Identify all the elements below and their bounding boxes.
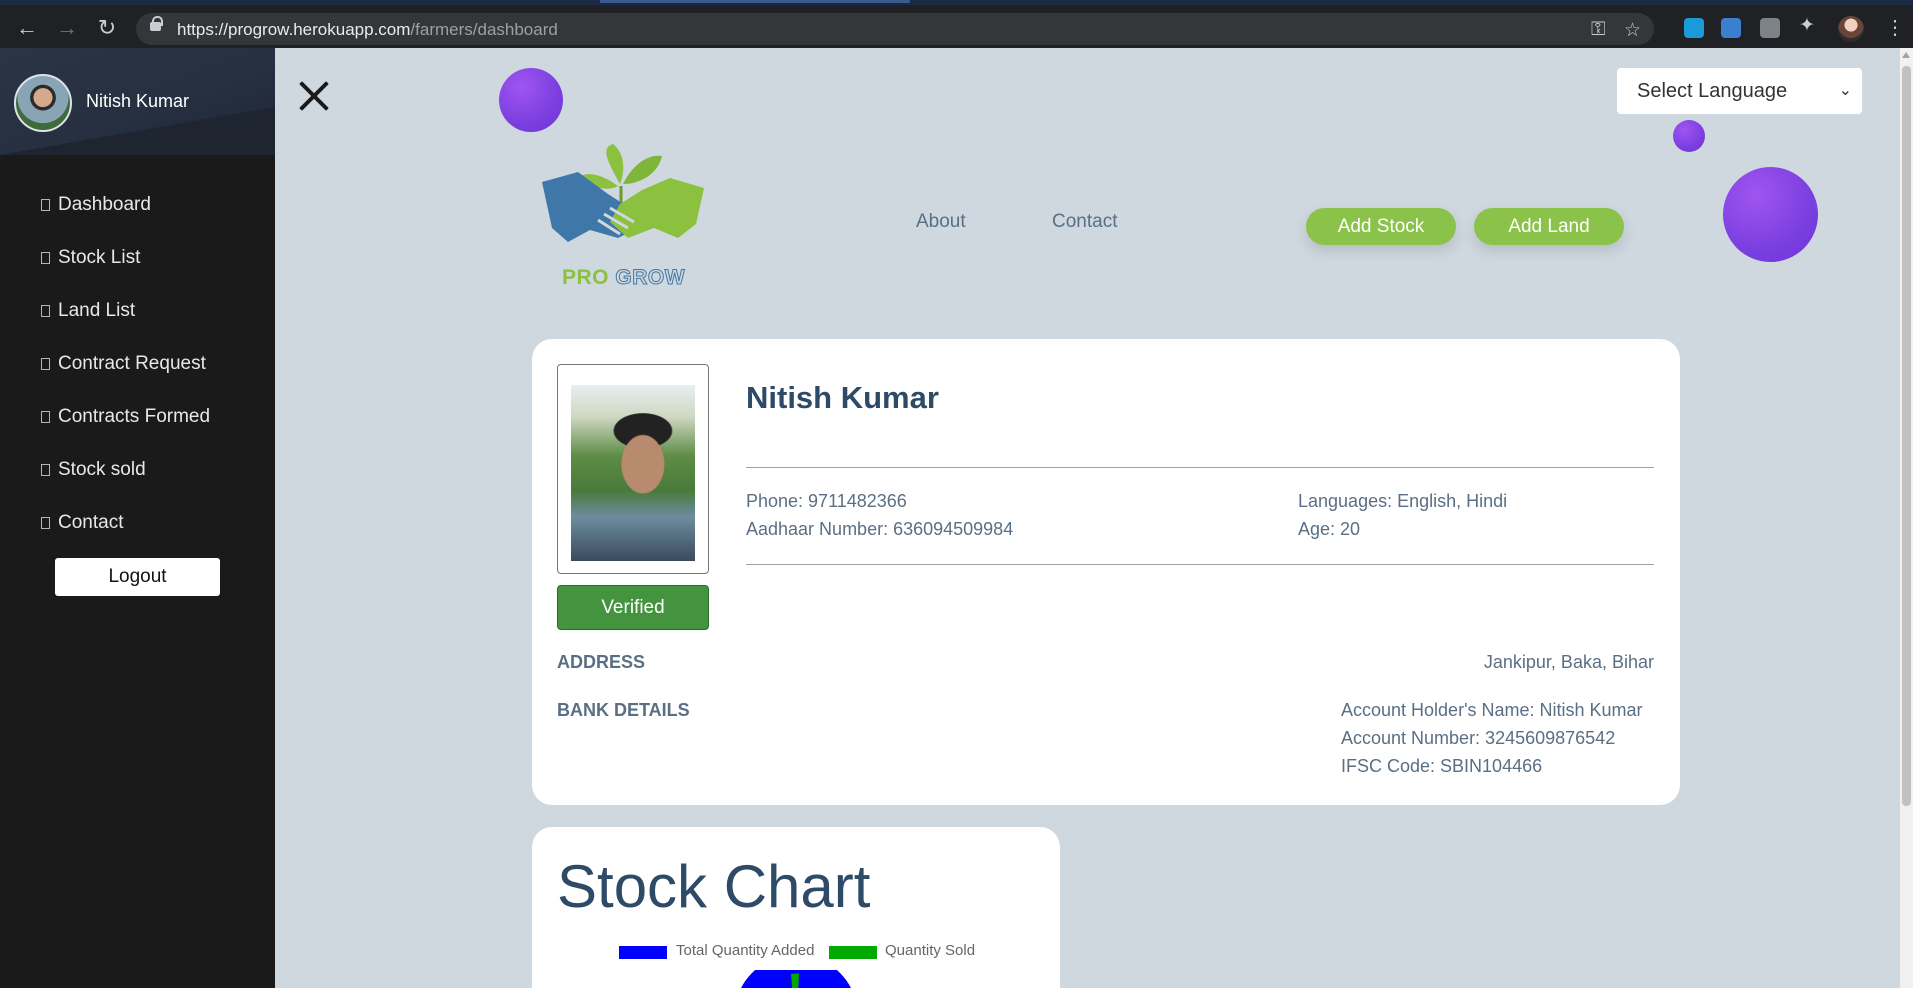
legend-swatch-total [619, 946, 667, 959]
divider [746, 564, 1654, 565]
account-holder-text: Account Holder's Name: Nitish Kumar [1341, 700, 1643, 720]
chevron-down-icon: ⌄ [1838, 82, 1852, 99]
address-bar[interactable]: https://progrow.herokuapp.com/farmers/da… [136, 13, 1654, 45]
sidebar-item-contract-request[interactable]: Contract Request [0, 337, 275, 390]
nav-link-about[interactable]: About [916, 211, 966, 233]
star-icon[interactable]: ☆ [1624, 19, 1641, 42]
menu-bullet-icon [41, 357, 50, 370]
verified-badge: Verified [557, 585, 709, 630]
url-text[interactable]: https://progrow.herokuapp.com/farmers/da… [177, 20, 558, 40]
menu-bullet-icon [41, 304, 50, 317]
back-icon[interactable]: ← [14, 15, 40, 41]
aadhaar-text: Aadhaar Number: 636094509984 [746, 519, 1014, 539]
browser-toolbar: ← → ↻ https://progrow.herokuapp.com/farm… [0, 0, 1913, 48]
add-stock-button[interactable]: Add Stock [1306, 208, 1456, 245]
sidebar: Nitish Kumar Dashboard Stock List Land L… [0, 48, 275, 988]
profile-name: Nitish Kumar [746, 380, 939, 415]
puzzle-icon[interactable]: ✦ [1799, 14, 1815, 37]
decorative-blob [1673, 120, 1705, 152]
avatar [14, 74, 72, 132]
scroll-thumb[interactable] [1902, 66, 1911, 806]
pie-chart [741, 970, 851, 988]
menu-kebab-icon[interactable]: ⋮ [1885, 15, 1905, 40]
legend-swatch-sold [829, 946, 877, 959]
language-select[interactable]: Select Language ⌄ [1617, 68, 1862, 114]
browser-profile-avatar[interactable] [1838, 16, 1864, 42]
active-tab-indicator [600, 0, 910, 3]
scroll-up-arrow-icon[interactable] [1902, 52, 1910, 58]
close-sidebar-icon[interactable] [294, 76, 334, 116]
nav-link-contact[interactable]: Contact [1052, 211, 1117, 233]
sidebar-item-label: Contact [58, 511, 124, 533]
key-icon[interactable]: ⚿ [1591, 19, 1605, 41]
sidebar-item-label: Contracts Formed [58, 405, 211, 427]
sidebar-item-label: Stock List [58, 246, 141, 268]
menu-bullet-icon [41, 463, 50, 476]
reload-icon[interactable]: ↻ [94, 15, 120, 41]
extension-icon-3[interactable] [1760, 18, 1780, 38]
extension-icon-2[interactable] [1721, 18, 1741, 38]
menu-bullet-icon [41, 516, 50, 529]
sidebar-item-label: Land List [58, 299, 136, 321]
pie-slice-sold [791, 973, 799, 988]
menu-bullet-icon [41, 251, 50, 264]
address-value: Jankipur, Baka, Bihar [1483, 652, 1654, 672]
logo-wordmark: PRO GROW [562, 266, 686, 290]
profile-photo-frame [557, 364, 709, 574]
add-land-button[interactable]: Add Land [1474, 208, 1624, 245]
extension-icon-1[interactable] [1684, 18, 1704, 38]
age-text: Age: 20 [1298, 519, 1361, 539]
legend-label-total: Total Quantity Added [676, 942, 815, 959]
divider [746, 467, 1654, 468]
page-scrollbar[interactable] [1900, 48, 1913, 988]
sidebar-item-label: Contract Request [58, 352, 206, 374]
decorative-blob [499, 68, 563, 132]
profile-photo [571, 385, 695, 561]
phone-text: Phone: 9711482366 [746, 491, 907, 511]
decorative-blob [1723, 167, 1818, 262]
address-label: ADDRESS [557, 652, 646, 672]
account-number-text: Account Number: 3245609876542 [1341, 728, 1616, 748]
sidebar-menu: Dashboard Stock List Land List Contract … [0, 178, 275, 549]
sidebar-item-label: Dashboard [58, 193, 151, 215]
chart-title: Stock Chart [557, 853, 871, 920]
sidebar-item-dashboard[interactable]: Dashboard [0, 178, 275, 231]
lock-icon [150, 16, 163, 31]
sidebar-item-contracts-formed[interactable]: Contracts Formed [0, 390, 275, 443]
menu-bullet-icon [41, 410, 50, 423]
menu-bullet-icon [41, 198, 50, 211]
ifsc-text: IFSC Code: SBIN104466 [1341, 756, 1543, 776]
sidebar-item-stock-sold[interactable]: Stock sold [0, 443, 275, 496]
bank-details-label: BANK DETAILS [557, 700, 690, 720]
sidebar-item-stock-list[interactable]: Stock List [0, 231, 275, 284]
sidebar-user-name: Nitish Kumar [86, 91, 190, 111]
sidebar-profile-header: Nitish Kumar [0, 48, 275, 155]
logout-button[interactable]: Logout [55, 558, 220, 596]
bank-details-block: Account Holder's Name: Nitish Kumar Acco… [1341, 696, 1643, 780]
language-select-value: Select Language [1637, 80, 1788, 102]
languages-text: Languages: English, Hindi [1298, 491, 1508, 511]
sidebar-item-contact[interactable]: Contact [0, 496, 275, 549]
sidebar-item-land-list[interactable]: Land List [0, 284, 275, 337]
forward-icon[interactable]: → [54, 15, 80, 41]
legend-label-sold: Quantity Sold [885, 942, 976, 959]
sidebar-item-label: Stock sold [58, 458, 146, 480]
